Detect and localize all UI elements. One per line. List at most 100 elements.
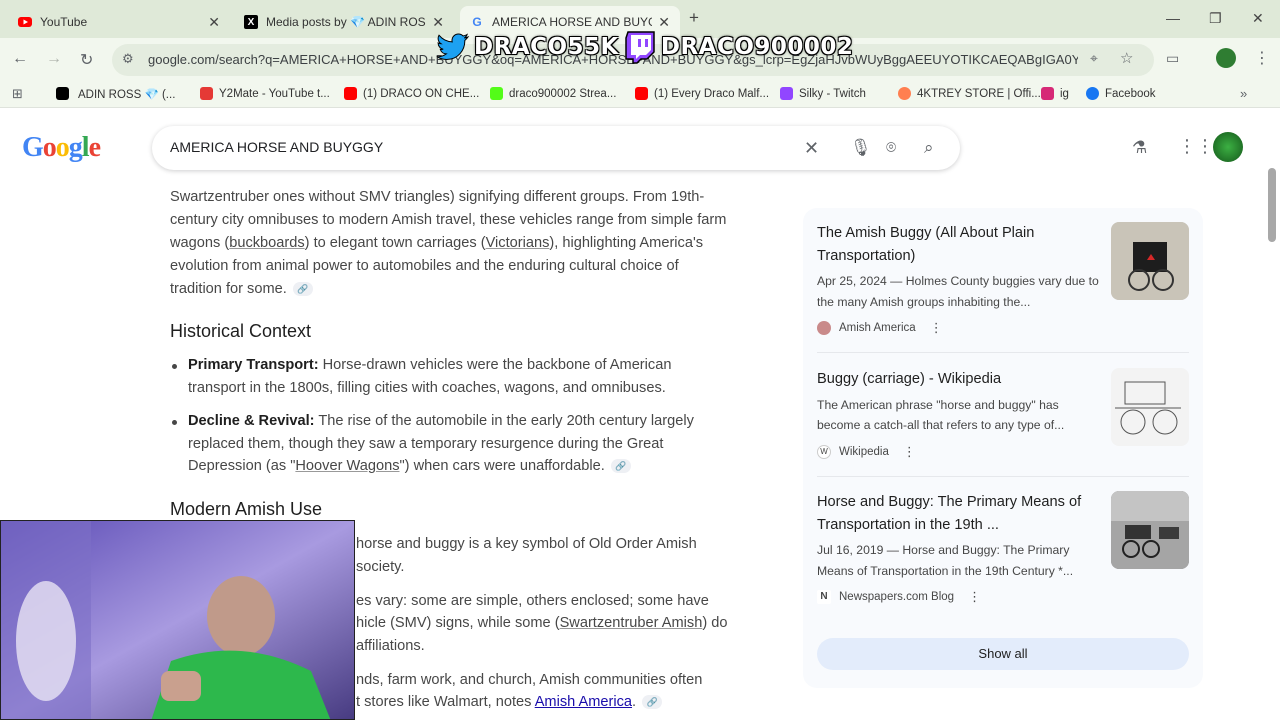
account-avatar[interactable] <box>1213 132 1243 162</box>
bullet-dot <box>172 420 177 425</box>
source-title[interactable]: The Amish Buggy (All About Plain Transpo… <box>817 222 1102 267</box>
google-doodle-logo[interactable]: Google <box>22 132 101 164</box>
amish-america-icon <box>817 321 831 336</box>
reload-icon[interactable]: ↻ <box>80 50 93 70</box>
tab-youtube[interactable]: YouTube ✕ <box>8 6 230 38</box>
stream-overlay: DRACO55K DRACO900002 <box>436 28 853 66</box>
kick-icon <box>490 87 503 100</box>
source-site: W Wikipedia ⋮ <box>817 444 1189 460</box>
apps-grid-icon[interactable]: ⊞ <box>12 86 23 102</box>
source-title[interactable]: Buggy (carriage) - Wikipedia <box>817 368 1102 391</box>
page-scrollbar[interactable] <box>1268 168 1276 242</box>
twitter-bird-icon <box>436 32 470 62</box>
search-box[interactable]: AMERICA HORSE AND BUYGGY ✕ 🎙 ⌾ ⌕ <box>152 126 960 170</box>
bookmark-label: Y2Mate - YouTube t... <box>219 87 330 100</box>
close-window-icon[interactable]: ✕ <box>1252 10 1264 27</box>
site-info-icon[interactable]: ⚙ <box>122 51 134 67</box>
bookmark-every-draco[interactable]: (1) Every Draco Malf... <box>635 87 769 100</box>
restore-icon[interactable]: ❐ <box>1209 10 1222 27</box>
source-snippet: The American phrase "horse and buggy" ha… <box>817 397 1065 433</box>
show-all-button[interactable]: Show all <box>817 638 1189 670</box>
instagram-icon <box>1041 87 1054 100</box>
google-icon: G <box>472 15 482 29</box>
webcam-image <box>1 521 354 719</box>
bookmark-adin-ross[interactable]: ADIN ROSS 💎 (... <box>78 87 175 101</box>
back-icon[interactable]: ← <box>12 50 28 68</box>
bookmark-y2mate[interactable]: Y2Mate - YouTube t... <box>200 87 330 100</box>
modern-line-7: t stores like Walmart, notes Amish Ameri… <box>356 691 663 714</box>
twitch-logo-icon <box>623 30 657 64</box>
close-tab-icon[interactable]: ✕ <box>208 14 220 31</box>
modern-line-5: affiliations. <box>356 638 425 654</box>
youtube-icon <box>344 87 357 100</box>
bookmark-label: ig <box>1060 87 1069 100</box>
facebook-icon <box>1086 87 1099 100</box>
bookmark-star-icon[interactable]: ☆ <box>1120 49 1133 67</box>
source-card[interactable]: Buggy (carriage) - Wikipedia The America… <box>817 368 1189 460</box>
victorians-link[interactable]: Victorians <box>486 235 550 251</box>
tab-title: Media posts by 💎 ADIN ROSS <box>266 15 427 29</box>
divider <box>817 476 1189 477</box>
forward-icon[interactable]: → <box>46 50 62 68</box>
new-tab-icon[interactable]: + <box>689 8 699 28</box>
webcam-feed <box>0 520 355 720</box>
tab-title: AMERICA HORSE AND BUYGGY <box>492 15 652 29</box>
bookmark-facebook[interactable]: Facebook <box>1086 87 1156 100</box>
cast-icon[interactable]: ▭ <box>1166 50 1179 67</box>
bookmark-instagram[interactable]: ig <box>1041 87 1069 100</box>
bookmarks-bar: ⊞ ADIN ROSS 💎 (... Y2Mate - YouTube t...… <box>0 82 1280 108</box>
youtube-icon <box>635 87 648 100</box>
link-chip-icon[interactable]: 🔗 <box>292 282 313 297</box>
profile-avatar[interactable] <box>1216 48 1236 68</box>
bookmark-x[interactable] <box>56 87 75 100</box>
bookmark-label: Silky - Twitch <box>799 87 866 100</box>
labs-flask-icon[interactable]: ⚗ <box>1132 138 1147 158</box>
more-options-icon[interactable]: ⋮ <box>903 444 916 460</box>
more-bookmarks-icon[interactable]: » <box>1240 86 1247 101</box>
heading-historical-context: Historical Context <box>170 321 312 341</box>
lens-camera-icon[interactable]: ⌾ <box>886 138 896 158</box>
search-icon[interactable]: ⌕ <box>924 138 934 158</box>
bookmark-label: 4KTREY STORE | Offi... <box>917 87 1041 100</box>
buckboards-link[interactable]: buckboards <box>229 235 304 251</box>
bullet-primary-transport: Primary Transport: Horse-drawn vehicles … <box>188 357 672 396</box>
location-icon[interactable]: ⌖ <box>1090 50 1098 67</box>
sources-panel: The Amish Buggy (All About Plain Transpo… <box>803 208 1203 688</box>
source-card[interactable]: The Amish Buggy (All About Plain Transpo… <box>817 222 1189 336</box>
microphone-icon[interactable]: 🎙 <box>850 138 872 158</box>
google-apps-icon[interactable]: ⋮⋮ <box>1178 136 1214 157</box>
bookmark-draco-youtube[interactable]: (1) DRACO ON CHE... <box>344 87 479 100</box>
carriage-drawing-thumbnail <box>1111 368 1189 446</box>
store-icon <box>898 87 911 100</box>
source-site: Amish America ⋮ <box>817 320 1189 336</box>
twitch-handle: DRACO900002 <box>660 34 854 60</box>
source-snippet: Apr 25, 2024 — Holmes County buggies var… <box>817 274 1099 309</box>
bookmark-kick[interactable]: draco900002 Strea... <box>490 87 616 100</box>
youtube-icon <box>18 15 32 29</box>
modern-line-6: nds, farm work, and church, Amish commun… <box>356 672 703 688</box>
link-chip-icon[interactable]: 🔗 <box>610 459 631 474</box>
search-input[interactable]: AMERICA HORSE AND BUYGGY <box>170 139 383 155</box>
amish-america-link[interactable]: Amish America <box>535 694 632 710</box>
swartzentruber-link[interactable]: Swartzentruber Amish <box>560 615 703 631</box>
minimize-icon[interactable]: — <box>1166 10 1180 26</box>
bookmark-label: (1) DRACO ON CHE... <box>363 87 480 100</box>
bookmark-4ktrey[interactable]: 4KTREY STORE | Offi... <box>898 87 1041 100</box>
modern-line-3: es vary: some are simple, others enclose… <box>356 593 709 609</box>
twitch-icon <box>780 87 793 100</box>
bookmark-label: draco900002 Strea... <box>509 87 617 100</box>
bookmark-silky-twitch[interactable]: Silky - Twitch <box>780 87 866 100</box>
google-header: Google AMERICA HORSE AND BUYGGY ✕ 🎙 ⌾ ⌕ … <box>0 108 1280 184</box>
intro-line-5: tradition for some. 🔗 <box>170 278 313 301</box>
hoover-wagons-link[interactable]: Hoover Wagons <box>295 458 399 474</box>
more-options-icon[interactable]: ⋮ <box>968 589 981 605</box>
more-options-icon[interactable]: ⋮ <box>930 320 943 336</box>
link-chip-icon[interactable]: 🔗 <box>642 695 663 710</box>
x-icon <box>56 87 69 100</box>
menu-icon[interactable]: ⋮ <box>1254 48 1270 68</box>
source-card[interactable]: Horse and Buggy: The Primary Means of Tr… <box>817 491 1189 605</box>
tab-adin-ross[interactable]: X Media posts by 💎 ADIN ROSS ✕ <box>234 6 454 38</box>
bullet-dot <box>172 364 177 369</box>
clear-search-icon[interactable]: ✕ <box>804 138 819 159</box>
source-title[interactable]: Horse and Buggy: The Primary Means of Tr… <box>817 491 1102 536</box>
